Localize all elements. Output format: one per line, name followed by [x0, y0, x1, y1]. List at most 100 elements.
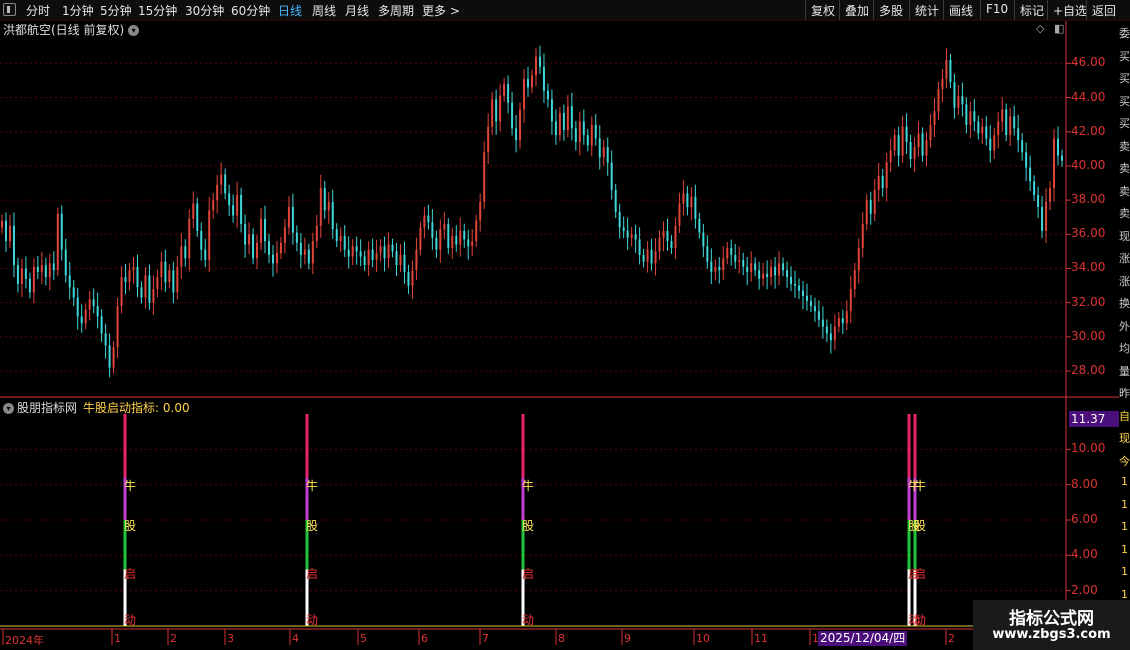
candle-body: [562, 112, 565, 131]
candle-body: [315, 225, 318, 242]
candle-body: [786, 270, 789, 278]
candle-body: [965, 104, 968, 125]
candle-body: [937, 88, 940, 112]
candle-body: [726, 247, 729, 259]
candle-body: [216, 184, 219, 201]
candle-body: [116, 306, 119, 348]
candle-body: [782, 263, 785, 271]
candle-body: [1053, 138, 1056, 189]
candle-body: [56, 213, 59, 271]
candle-body: [248, 234, 251, 245]
candle-body: [790, 277, 793, 284]
candle-body: [307, 249, 310, 264]
candle-body: [570, 106, 573, 129]
candle-body: [1009, 116, 1012, 136]
signal-char: 股: [124, 519, 137, 534]
candle-body: [762, 273, 765, 279]
x-tick-label: 10: [696, 632, 710, 645]
candle-body: [794, 283, 797, 286]
candle-body: [989, 138, 992, 151]
candle-body: [471, 241, 474, 247]
chart-canvas[interactable]: [0, 0, 1130, 650]
side-panel-char: 现: [1119, 229, 1130, 243]
candle-body: [538, 56, 541, 67]
candle-body: [849, 289, 852, 312]
candle-body: [550, 99, 553, 122]
candle-body: [734, 254, 737, 262]
candle-body: [606, 147, 609, 163]
candle-body: [104, 333, 107, 346]
candle-body: [287, 206, 290, 228]
candle-body: [88, 299, 91, 310]
candle-body: [630, 234, 633, 238]
candle-body: [44, 265, 47, 278]
candle-body: [1045, 201, 1048, 231]
side-panel-char: 1: [1121, 542, 1128, 556]
candle-body: [124, 277, 127, 283]
candle-body: [407, 271, 410, 286]
candle-body: [1037, 194, 1040, 207]
candle-body: [335, 229, 338, 242]
side-panel-char: 卖: [1119, 139, 1130, 153]
candle-body: [491, 99, 494, 127]
candle-body: [678, 203, 681, 226]
panel-toggle-icon[interactable]: ◧: [1054, 22, 1064, 35]
side-panel-char: 委: [1119, 27, 1130, 40]
candle-body: [1049, 188, 1052, 202]
candle-body: [897, 135, 900, 156]
x-tick-label: 7: [482, 632, 489, 645]
x-tick-label: 4: [292, 632, 299, 645]
candlestick-series: [1, 45, 1063, 378]
candle-body: [634, 234, 637, 240]
candle-body: [865, 200, 868, 225]
side-panel-char: 买: [1119, 94, 1130, 108]
candle-body: [646, 249, 649, 262]
indicator-tick-label: 2.00: [1071, 582, 1098, 597]
candle-body: [1025, 152, 1028, 168]
signal-bar-segment: [907, 414, 911, 478]
side-panel-char: 1: [1121, 587, 1128, 601]
candle-body: [24, 268, 27, 279]
candle-body: [483, 152, 486, 202]
candle-body: [64, 249, 67, 276]
candle-body: [72, 287, 75, 298]
candle-body: [527, 78, 530, 88]
side-panel-char: 1: [1121, 565, 1128, 578]
y-tick-label: 28.00: [1071, 363, 1106, 378]
candle-body: [706, 246, 709, 262]
candle-body: [809, 300, 812, 307]
candle-body: [754, 263, 757, 271]
candle-body: [913, 147, 916, 160]
watermark-url: www.zbgs3.com: [992, 627, 1111, 642]
signal-char: 动: [124, 612, 137, 627]
candle-body: [196, 203, 199, 231]
side-panel-char: 换: [1119, 297, 1130, 310]
candle-body: [682, 193, 685, 204]
diamond-icon[interactable]: ◇: [1036, 22, 1044, 35]
chevron-down-icon[interactable]: ▾: [3, 403, 14, 414]
candle-body: [750, 263, 753, 272]
side-panel-char: 今: [1119, 454, 1130, 468]
candle-body: [295, 232, 298, 243]
main-chart-title[interactable]: 洪都航空(日线 前复权) ▾: [3, 21, 140, 38]
candle-body: [590, 124, 593, 146]
candle-body: [885, 162, 888, 189]
candle-body: [299, 242, 302, 255]
indicator-source: 股朋指标网: [17, 401, 78, 415]
candle-body: [8, 225, 11, 242]
candle-body: [303, 249, 306, 255]
candle-body: [375, 253, 378, 260]
candle-body: [674, 225, 677, 248]
chevron-down-icon[interactable]: ▾: [128, 25, 140, 36]
candle-body: [423, 215, 426, 228]
candle-body: [283, 227, 286, 243]
indicator-title: ▾ 股朋指标网 牛股启动指标: 0.00: [3, 399, 190, 416]
candle-body: [387, 244, 390, 259]
signal-bar-segment: [123, 414, 127, 478]
signal-bar-segment: [913, 414, 917, 478]
candle-body: [909, 141, 912, 160]
candle-body: [108, 345, 111, 368]
candle-body: [156, 277, 159, 290]
watermark-title: 指标公式网: [1009, 609, 1094, 629]
candle-body: [714, 266, 717, 272]
